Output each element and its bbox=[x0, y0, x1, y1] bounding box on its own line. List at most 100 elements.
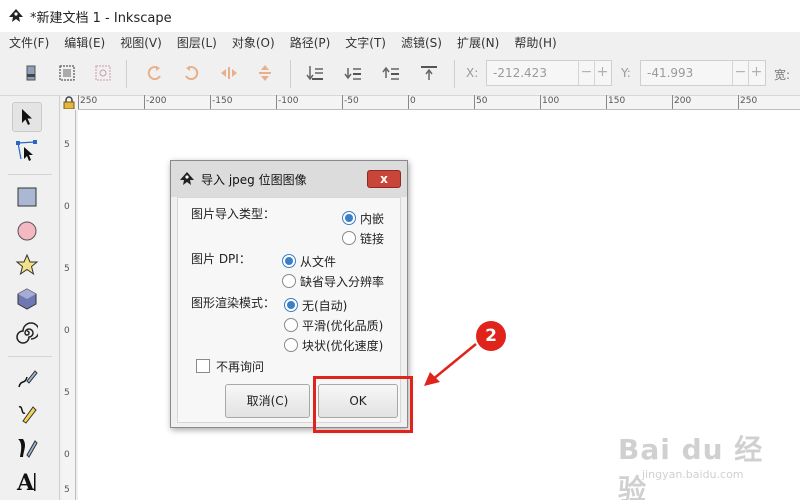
spiral-tool[interactable] bbox=[12, 318, 42, 348]
dialog-close-button[interactable]: x bbox=[367, 170, 401, 188]
ruler-tick bbox=[144, 95, 145, 109]
ruler-label: -200 bbox=[146, 96, 167, 106]
ruler-label: 0 bbox=[410, 96, 416, 106]
ruler-tick bbox=[474, 95, 475, 109]
ruler-tick bbox=[540, 95, 541, 109]
y-increment-button[interactable]: + bbox=[748, 60, 764, 86]
rotate-cw-icon[interactable] bbox=[182, 64, 200, 82]
ruler-label: 0 bbox=[64, 450, 70, 460]
import-embed-radio[interactable] bbox=[342, 211, 356, 225]
menu-view[interactable]: 视图(V) bbox=[120, 34, 162, 51]
toolbar-separator bbox=[454, 60, 455, 88]
rectangle-tool[interactable] bbox=[12, 182, 42, 212]
dpi-from-file-radio[interactable] bbox=[282, 254, 296, 268]
node-tool[interactable] bbox=[12, 136, 42, 166]
raise-icon[interactable] bbox=[382, 64, 400, 82]
vertical-ruler: 5 0 5 0 5 0 5 bbox=[62, 110, 76, 500]
ruler-label: 200 bbox=[674, 96, 692, 106]
import-link-label: 链接 bbox=[360, 232, 385, 246]
ruler-tick bbox=[738, 95, 739, 109]
menu-bar: 文件(F) 编辑(E) 视图(V) 图层(L) 对象(O) 路径(P) 文字(T… bbox=[0, 32, 800, 52]
pen-tool[interactable] bbox=[12, 398, 42, 428]
menu-help[interactable]: 帮助(H) bbox=[514, 34, 556, 51]
ruler-label: 5 bbox=[64, 264, 70, 274]
menu-path[interactable]: 路径(P) bbox=[290, 34, 331, 51]
rectangle-icon bbox=[17, 187, 37, 207]
menu-object[interactable]: 对象(O) bbox=[232, 34, 275, 51]
select-all-icon[interactable] bbox=[22, 64, 40, 82]
toolbar-separator bbox=[126, 60, 127, 88]
menu-extensions[interactable]: 扩展(N) bbox=[457, 34, 499, 51]
watermark-url: jingyan.baidu.com bbox=[642, 468, 744, 481]
menu-edit[interactable]: 编辑(E) bbox=[64, 34, 105, 51]
menu-layer[interactable]: 图层(L) bbox=[177, 34, 217, 51]
raise-to-top-icon[interactable] bbox=[420, 64, 438, 82]
calligraphy-tool[interactable] bbox=[12, 432, 42, 462]
ruler-label: 50 bbox=[476, 96, 488, 106]
deselect-icon[interactable] bbox=[94, 64, 112, 82]
toolbox-separator bbox=[8, 174, 52, 175]
toolbox: A bbox=[0, 96, 60, 500]
dont-ask-checkbox[interactable] bbox=[196, 359, 210, 373]
render-auto-radio[interactable] bbox=[284, 298, 298, 312]
horizontal-ruler: 250 -200 -150 -100 -50 0 50 100 150 200 … bbox=[78, 95, 800, 110]
y-coordinate-label: Y: bbox=[621, 66, 631, 80]
tool-controls-bar: X: -212.423 − + Y: -41.993 − + 宽: bbox=[0, 52, 800, 96]
lower-to-bottom-icon[interactable] bbox=[306, 64, 324, 82]
text-tool[interactable]: A bbox=[12, 466, 42, 496]
star-tool[interactable] bbox=[12, 250, 42, 280]
ruler-label: 0 bbox=[64, 326, 70, 336]
render-blocky-label: 块状(优化速度) bbox=[302, 339, 384, 353]
ruler-label: 100 bbox=[542, 96, 560, 106]
lower-icon[interactable] bbox=[344, 64, 362, 82]
x-decrement-button[interactable]: − bbox=[578, 60, 594, 86]
menu-filters[interactable]: 滤镜(S) bbox=[401, 34, 442, 51]
cube-icon bbox=[17, 288, 37, 310]
render-blocky-radio[interactable] bbox=[284, 338, 298, 352]
calligraphy-pen-icon bbox=[18, 439, 38, 458]
window-titlebar: *新建文档 1 - Inkscape bbox=[0, 0, 800, 32]
dpi-default-radio[interactable] bbox=[282, 274, 296, 288]
3d-box-tool[interactable] bbox=[12, 284, 42, 314]
circle-icon bbox=[17, 221, 37, 241]
svg-text:A: A bbox=[16, 470, 35, 493]
text-icon: A bbox=[16, 470, 36, 493]
ruler-label: -50 bbox=[344, 96, 359, 106]
dialog-titlebar: 导入 jpeg 位图图像 x bbox=[171, 161, 407, 197]
window-title: *新建文档 1 - Inkscape bbox=[30, 10, 172, 26]
ruler-label: 150 bbox=[608, 96, 626, 106]
ruler-tick bbox=[408, 95, 409, 109]
render-smooth-radio[interactable] bbox=[284, 318, 298, 332]
toolbox-separator bbox=[8, 356, 52, 357]
arrow-pointer-icon bbox=[22, 109, 32, 125]
annotation-arrow-icon bbox=[424, 343, 477, 386]
ruler-tick bbox=[342, 95, 343, 109]
dpi-from-file-label: 从文件 bbox=[300, 255, 337, 269]
watermark: Bai du 经验 jingyan.baidu.com bbox=[618, 428, 768, 500]
lock-icon[interactable] bbox=[63, 96, 75, 109]
x-increment-button[interactable]: + bbox=[594, 60, 610, 86]
menu-file[interactable]: 文件(F) bbox=[9, 34, 49, 51]
ruler-corner bbox=[62, 96, 78, 110]
render-auto-label: 无(自动) bbox=[302, 299, 348, 313]
menu-text[interactable]: 文字(T) bbox=[345, 34, 386, 51]
ruler-label: 5 bbox=[64, 485, 70, 495]
ruler-label: 5 bbox=[64, 140, 70, 150]
ellipse-tool[interactable] bbox=[12, 216, 42, 246]
ruler-label: 5 bbox=[64, 388, 70, 398]
flip-horizontal-icon[interactable] bbox=[220, 64, 238, 82]
import-embed-label: 内嵌 bbox=[360, 212, 385, 226]
toolbar-separator bbox=[290, 60, 291, 88]
select-all-layers-icon[interactable] bbox=[58, 64, 76, 82]
import-link-radio[interactable] bbox=[342, 231, 356, 245]
render-smooth-label: 平滑(优化品质) bbox=[302, 319, 384, 333]
dialog-title: 导入 jpeg 位图图像 bbox=[201, 173, 307, 187]
flip-vertical-icon[interactable] bbox=[256, 64, 274, 82]
dpi-label: 图片 DPI： bbox=[191, 252, 251, 266]
selector-tool[interactable] bbox=[12, 102, 42, 132]
y-decrement-button[interactable]: − bbox=[732, 60, 748, 86]
inkscape-logo-icon bbox=[9, 9, 23, 22]
pencil-tool[interactable] bbox=[12, 364, 42, 394]
rotate-ccw-icon[interactable] bbox=[146, 64, 164, 82]
cancel-button[interactable]: 取消(C) bbox=[225, 384, 310, 418]
